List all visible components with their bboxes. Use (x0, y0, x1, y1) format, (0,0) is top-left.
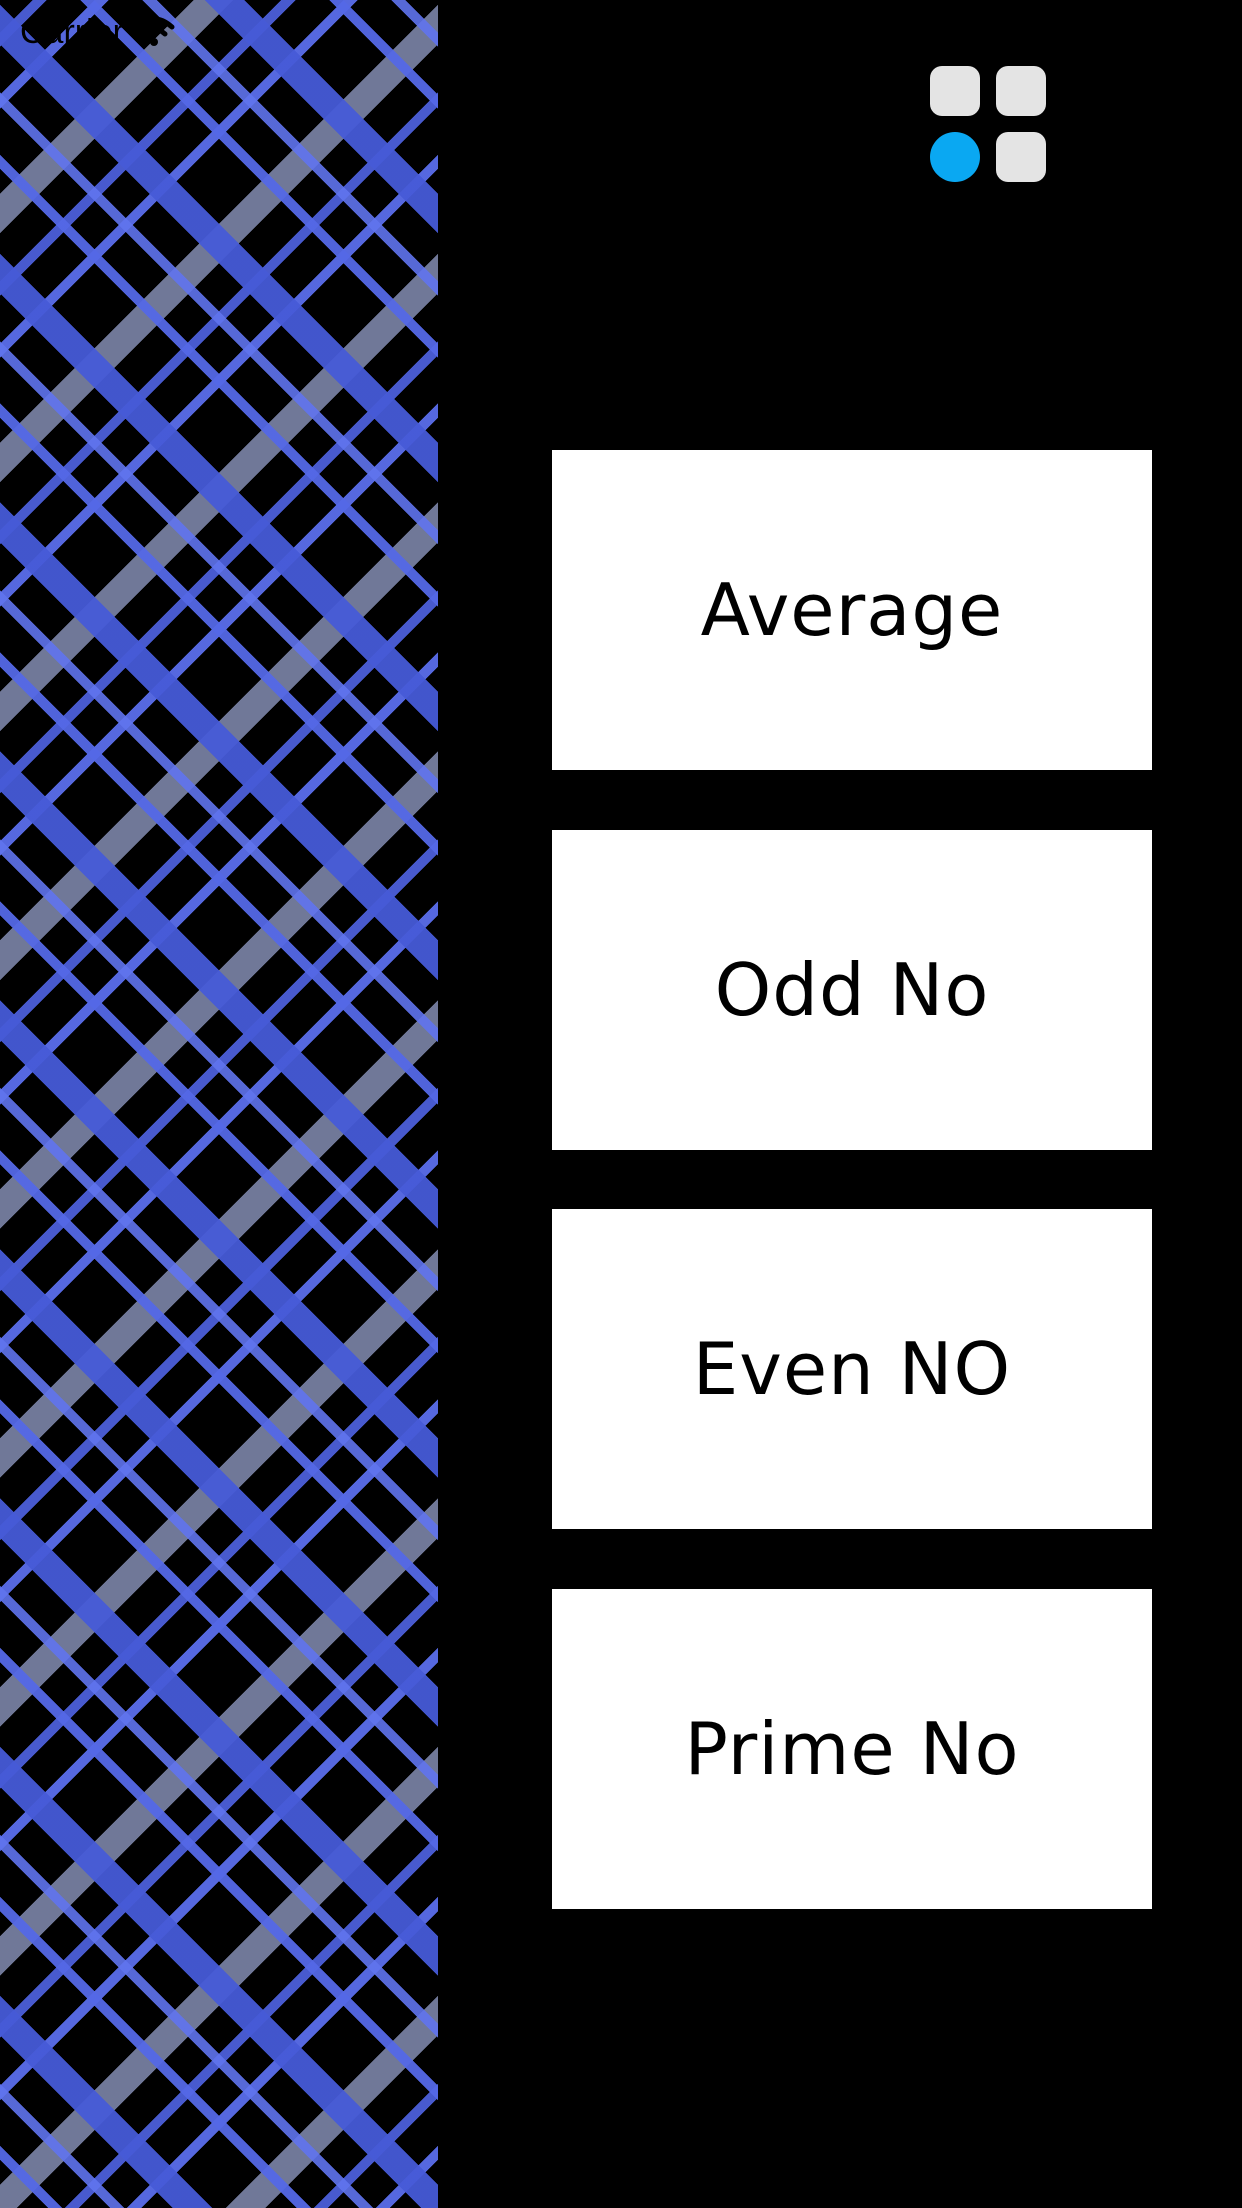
menu-dot-icon (930, 132, 980, 182)
menu-tile-icon (996, 66, 1046, 116)
odd-number-button[interactable]: Odd No (552, 830, 1152, 1150)
prime-number-button[interactable]: Prime No (552, 1589, 1152, 1909)
menu-tile-icon (996, 132, 1046, 182)
even-number-button[interactable]: Even NO (552, 1209, 1152, 1529)
carrier-label: Carrier (20, 12, 124, 51)
wifi-icon (132, 15, 176, 49)
status-bar: Carrier (20, 10, 176, 54)
menu-tile-icon (930, 66, 980, 116)
grid-menu-icon[interactable] (930, 66, 1046, 182)
patterned-side-panel (0, 0, 438, 2208)
average-button[interactable]: Average (552, 450, 1152, 770)
